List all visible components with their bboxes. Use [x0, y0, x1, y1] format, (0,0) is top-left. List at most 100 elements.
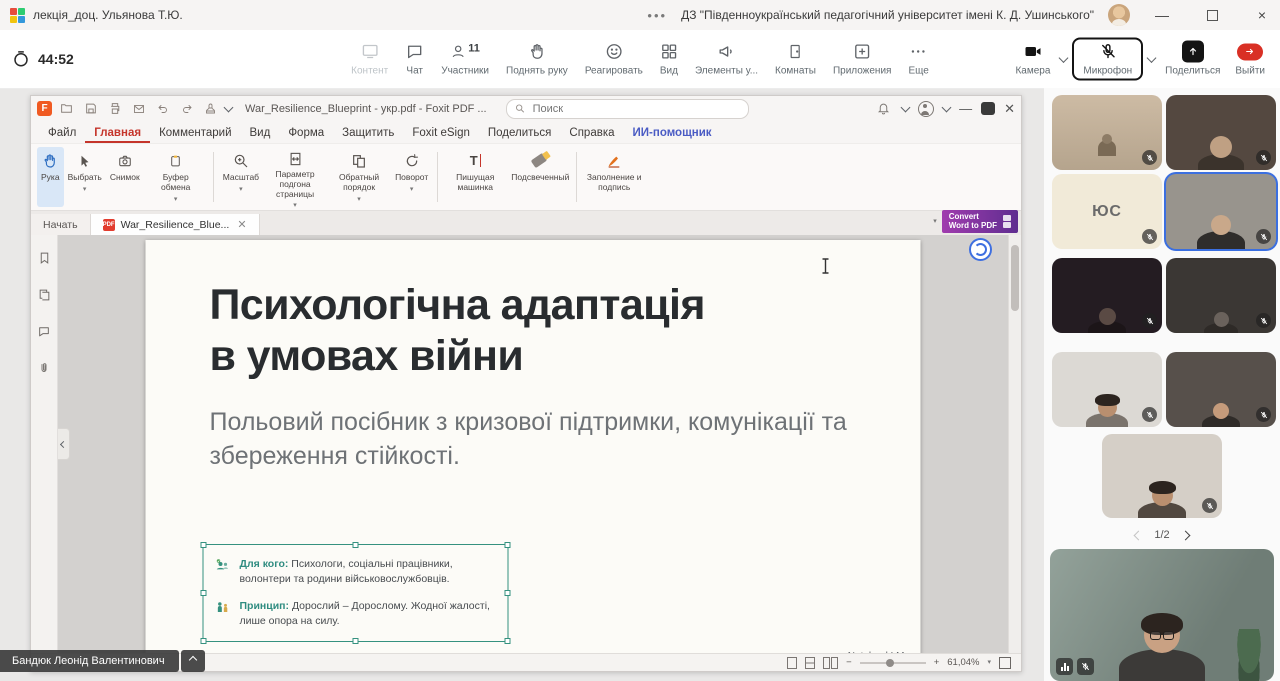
rooms-button[interactable]: Комнаты	[770, 40, 821, 79]
single-page-view-icon[interactable]	[787, 657, 797, 669]
ai-assistant-button[interactable]	[969, 238, 992, 261]
participant-tile-selected[interactable]	[1166, 174, 1276, 249]
reverse-order-button[interactable]: Обратный порядок▾	[327, 147, 391, 207]
menu-view[interactable]: Вид	[241, 124, 280, 143]
menu-help[interactable]: Справка	[560, 124, 623, 143]
convert-word-to-pdf-button[interactable]: ConvertWord to PDF	[942, 210, 1018, 233]
participants-button[interactable]: 11 Участники	[436, 40, 494, 79]
menu-protect[interactable]: Защитить	[333, 124, 403, 143]
hand-tool-button[interactable]: Рука	[37, 147, 64, 207]
sidebar-collapse-handle[interactable]	[58, 428, 70, 460]
rotate-button[interactable]: Поворот▾	[391, 147, 432, 207]
pagination-previous-icon[interactable]	[1134, 530, 1144, 540]
bookmarks-icon[interactable]	[38, 251, 51, 270]
tab-close-icon[interactable]: ✕	[237, 218, 246, 231]
participant-tile[interactable]	[1102, 434, 1222, 518]
chat-button[interactable]: Чат	[400, 40, 429, 79]
foxit-document-title: War_Resilience_Blueprint - укр.pdf - Fox…	[245, 103, 487, 115]
participant-tile-initials[interactable]: ЮС	[1052, 174, 1162, 249]
menu-comment[interactable]: Комментарий	[150, 124, 240, 143]
facing-pages-view-icon[interactable]	[823, 657, 838, 669]
overflow-dots-icon[interactable]: •••	[647, 8, 667, 23]
print-icon[interactable]	[105, 100, 124, 117]
notifications-chevron[interactable]	[901, 103, 911, 113]
foxit-account-icon[interactable]	[918, 101, 934, 117]
share-button[interactable]: Поделиться	[1160, 40, 1225, 79]
menu-esign[interactable]: Foxit eSign	[403, 124, 479, 143]
foxit-close-button[interactable]: ✕	[1004, 101, 1015, 117]
camera-dropdown-chevron[interactable]	[1059, 53, 1069, 63]
presenter-overlay-expand[interactable]	[181, 650, 205, 672]
participant-tile[interactable]	[1166, 258, 1276, 333]
tab-start[interactable]: Начать	[31, 214, 91, 235]
search-input[interactable]	[531, 102, 740, 116]
scrollbar-thumb[interactable]	[1011, 245, 1019, 311]
vertical-scrollbar[interactable]	[1008, 235, 1021, 653]
view-button[interactable]: Вид	[655, 40, 683, 79]
menu-share[interactable]: Поделиться	[479, 124, 561, 143]
highlight-button[interactable]: Подсвеченный	[507, 147, 571, 207]
tab-list-chevron[interactable]: ▾	[933, 218, 937, 225]
menu-ai-assistant[interactable]: ИИ-помощник	[624, 124, 721, 143]
stamp-icon[interactable]	[201, 100, 220, 117]
participant-tile[interactable]	[1052, 258, 1162, 333]
fill-sign-button[interactable]: Заполнение и подпись	[582, 147, 646, 207]
maximize-button[interactable]	[1194, 0, 1230, 30]
content-button[interactable]: Контент	[346, 40, 393, 79]
zoom-slider[interactable]	[860, 662, 926, 664]
zoom-slider-thumb[interactable]	[886, 659, 894, 667]
attachments-icon[interactable]	[38, 361, 50, 381]
foxit-minimize-button[interactable]: —	[959, 101, 972, 116]
notifications-bell-icon[interactable]	[874, 100, 893, 117]
zoom-button[interactable]: Масштаб▾	[219, 147, 263, 207]
quick-tools-chevron[interactable]	[224, 103, 234, 113]
redo-icon[interactable]	[177, 100, 196, 117]
leave-button[interactable]: Выйти	[1230, 40, 1270, 79]
close-button[interactable]: ×	[1244, 0, 1280, 30]
participant-tile[interactable]	[1166, 352, 1276, 427]
zoom-in-icon[interactable]: +	[934, 657, 940, 668]
menu-home[interactable]: Главная	[85, 124, 150, 143]
pagination-next-icon[interactable]	[1180, 530, 1190, 540]
microphone-dropdown-chevron[interactable]	[1147, 53, 1157, 63]
minimize-button[interactable]: —	[1144, 0, 1180, 30]
continuous-view-icon[interactable]	[805, 657, 815, 669]
select-tool-button[interactable]: Выбрать▾	[64, 147, 106, 207]
clipboard-button[interactable]: Буфер обмена▾	[144, 147, 208, 207]
comments-icon[interactable]	[37, 325, 51, 343]
foxit-restore-button[interactable]	[981, 102, 995, 115]
control-elements-button[interactable]: Элементы у...	[690, 40, 763, 79]
page-thumbnails-icon[interactable]	[38, 288, 51, 307]
slide-title: Психологічна адаптаціяв умовах війни	[210, 280, 705, 381]
undo-icon[interactable]	[153, 100, 172, 117]
participant-tile[interactable]	[1052, 95, 1162, 170]
slide-callout-box[interactable]: Для кого: Психологи, соціальні працівник…	[203, 544, 509, 642]
zoom-chevron[interactable]: ▾	[987, 659, 991, 666]
more-button[interactable]: Еще	[903, 40, 933, 79]
page-fit-button[interactable]: Параметр подгона страницы▾	[263, 147, 327, 207]
open-file-icon[interactable]	[57, 100, 76, 117]
save-icon[interactable]	[81, 100, 100, 117]
menu-form[interactable]: Форма	[279, 124, 333, 143]
zoom-level[interactable]: 61,04%	[947, 657, 979, 668]
raise-hand-button[interactable]: Поднять руку	[501, 40, 573, 79]
microphone-button[interactable]: Микрофон	[1072, 38, 1143, 81]
document-area[interactable]: Психологічна адаптаціяв умовах війни Пол…	[58, 235, 1008, 653]
camera-button[interactable]: Камера	[1010, 40, 1055, 79]
typewriter-button[interactable]: T Пишущая машинка	[443, 147, 507, 207]
apps-button[interactable]: Приложения	[828, 40, 897, 79]
avatar[interactable]	[1108, 4, 1130, 26]
mail-icon[interactable]	[129, 100, 148, 117]
menu-file[interactable]: Файл	[39, 124, 85, 143]
react-button[interactable]: Реагировать	[580, 40, 648, 79]
snapshot-button[interactable]: Снимок	[106, 147, 144, 207]
screen: лекція_доц. Ульянова Т.Ю. ••• ДЗ "Півден…	[0, 0, 1280, 681]
participant-tile-large[interactable]	[1050, 549, 1274, 681]
fullscreen-icon[interactable]	[999, 657, 1011, 669]
search-box[interactable]	[506, 99, 749, 119]
zoom-out-icon[interactable]: −	[846, 657, 852, 668]
tab-document[interactable]: PDF War_Resilience_Blue... ✕	[91, 214, 260, 235]
participant-tile[interactable]	[1052, 352, 1162, 427]
account-chevron[interactable]	[942, 103, 952, 113]
participant-tile[interactable]	[1166, 95, 1276, 170]
